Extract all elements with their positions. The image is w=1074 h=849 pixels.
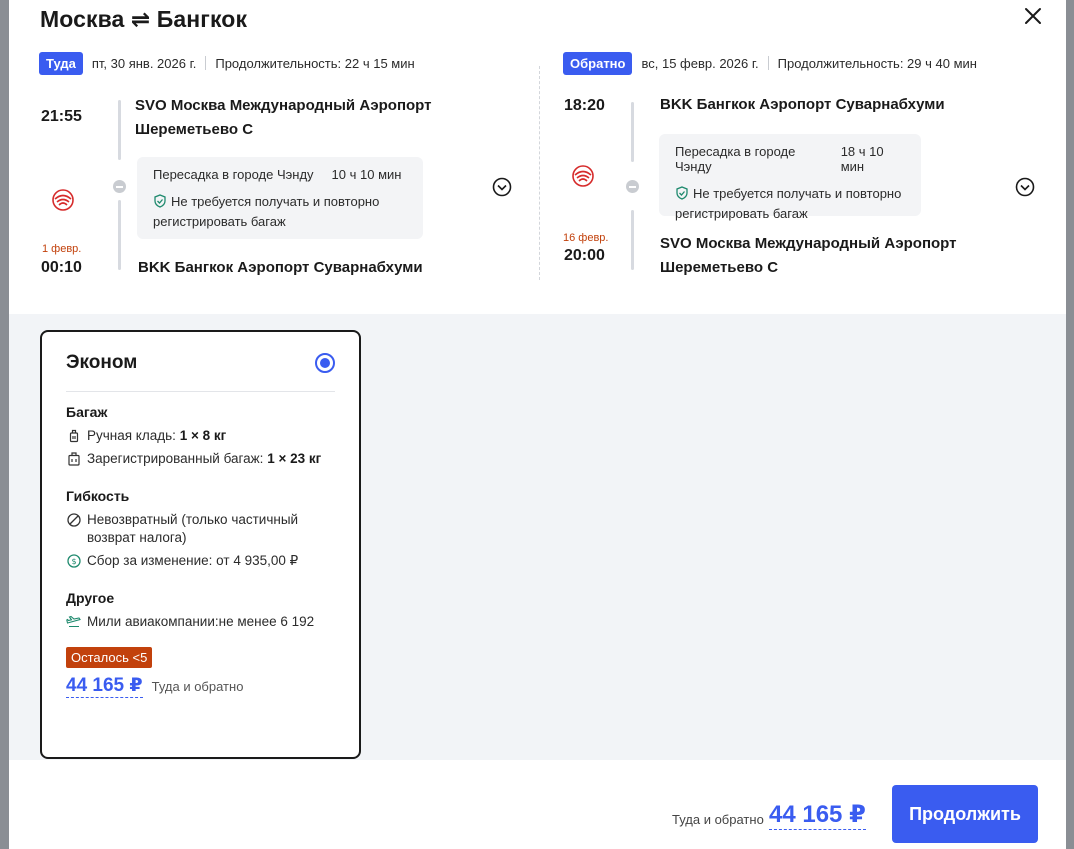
leg-divider bbox=[539, 66, 540, 280]
stop-dot bbox=[113, 180, 126, 193]
note-text: регистрировать багаж bbox=[153, 214, 286, 229]
continue-button[interactable]: Продолжить bbox=[892, 785, 1038, 843]
carry-on-value: 1 × 8 кг bbox=[179, 428, 227, 443]
fare-card-economy[interactable]: Эконом Багаж Ручная кладь: 1 × 8 кг Заре… bbox=[40, 330, 361, 759]
carry-on-label: Ручная кладь: bbox=[87, 428, 176, 443]
baggage-title: Багаж bbox=[66, 404, 108, 420]
shield-icon bbox=[676, 186, 688, 200]
note-text: регистрировать багаж bbox=[675, 206, 808, 221]
timeline-line bbox=[631, 102, 634, 162]
svg-text:$: $ bbox=[71, 557, 76, 566]
transfer-baggage-note: Не требуется получать и повторно регистр… bbox=[675, 184, 905, 224]
miles-text: Мили авиакомпании:не менее 6 192 bbox=[87, 614, 315, 629]
checked-bag-value: 1 × 23 кг bbox=[267, 451, 322, 466]
flight-details-modal: Москва ⇌ Бангкок Туда пт, 30 янв. 2026 г… bbox=[9, 0, 1066, 849]
close-icon[interactable] bbox=[1021, 4, 1045, 28]
timeline-line bbox=[631, 210, 634, 270]
plane-miles-icon bbox=[66, 615, 81, 628]
flexibility-title: Гибкость bbox=[66, 488, 130, 504]
header-separator bbox=[205, 56, 207, 70]
miles-row: Мили авиакомпании:не менее 6 192 bbox=[66, 613, 335, 631]
airline-logo-icon bbox=[572, 165, 594, 187]
airport-line: SVO Москва Международный Аэропорт bbox=[660, 235, 957, 252]
carry-on-bag-icon bbox=[69, 429, 79, 443]
other-title: Другое bbox=[66, 590, 115, 606]
timeline-line bbox=[118, 100, 121, 160]
seats-left-badge: Осталось <5 bbox=[66, 647, 153, 668]
transfer-duration: 10 ч 10 мин bbox=[331, 167, 402, 182]
return-expand-chevron-icon[interactable] bbox=[1014, 176, 1036, 198]
transfer-city: Пересадка в городе Чэнду bbox=[675, 144, 796, 174]
airport-line: Шереметьево C bbox=[660, 259, 779, 276]
return-depart-time: 18:20 bbox=[564, 97, 605, 114]
outbound-badge: Туда bbox=[39, 51, 83, 75]
card-divider bbox=[66, 391, 335, 392]
other-section: Другое Мили авиакомпании:не менее 6 192 bbox=[66, 590, 335, 631]
outbound-date: пт, 30 янв. 2026 г. bbox=[91, 55, 197, 71]
airline-logo-icon bbox=[52, 189, 74, 211]
fare-options-section: Эконом Багаж Ручная кладь: 1 × 8 кг Заре… bbox=[9, 314, 1066, 760]
return-transfer-info: Пересадка в городе Чэнду 18 ч 10 мин Не … bbox=[659, 134, 921, 221]
stop-dot bbox=[626, 180, 639, 193]
airport-line: Шереметьево C bbox=[135, 121, 254, 138]
footer-price-note: Туда и обратно bbox=[672, 812, 764, 827]
change-fee-text: Сбор за изменение: от 4 935,00 ₽ bbox=[87, 553, 299, 568]
shield-icon bbox=[154, 194, 166, 208]
flexibility-section: Гибкость Невозвратный (только частичный в… bbox=[66, 488, 335, 570]
return-date: вс, 15 февр. 2026 г. bbox=[641, 55, 759, 71]
return-duration: Продолжительность: 29 ч 40 мин bbox=[777, 55, 977, 71]
note-text: Не требуется получать и повторно bbox=[693, 186, 902, 201]
timeline-line bbox=[118, 200, 121, 270]
dollar-coin-icon: $ bbox=[67, 554, 81, 568]
baggage-section: Багаж Ручная кладь: 1 × 8 кг Зарегистрир… bbox=[66, 404, 335, 468]
checked-bag-icon bbox=[68, 452, 80, 466]
return-arrive-time: 20:00 bbox=[564, 247, 605, 264]
transfer-duration: 18 ч 10 мин bbox=[840, 144, 884, 174]
header-separator bbox=[767, 56, 769, 70]
transfer-baggage-note: Не требуется получать и повторно регистр… bbox=[153, 192, 407, 232]
fare-name: Эконом bbox=[66, 352, 138, 373]
outbound-header: Туда пт, 30 янв. 2026 г. Продолжительнос… bbox=[39, 50, 529, 76]
return-arrive-date-note: 16 февр. bbox=[563, 232, 609, 244]
transfer-city: Пересадка в городе Чэнду bbox=[153, 167, 314, 182]
note-text: Не требуется получать и повторно bbox=[171, 194, 380, 209]
footer-total-price[interactable]: 44 165 ₽ bbox=[769, 800, 866, 830]
outbound-leg: Туда пт, 30 янв. 2026 г. Продолжительнос… bbox=[39, 50, 529, 290]
outbound-arrive-airport: BKK Бангкок Аэропорт Суварнабхуми bbox=[138, 259, 423, 276]
refund-text: возврат налога) bbox=[87, 530, 187, 545]
outbound-transfer-info: Пересадка в городе Чэнду 10 ч 10 мин Не … bbox=[137, 157, 423, 239]
outbound-expand-chevron-icon[interactable] bbox=[491, 176, 513, 198]
outbound-duration: Продолжительность: 22 ч 15 мин bbox=[215, 55, 415, 71]
return-header: Обратно вс, 15 февр. 2026 г. Продолжител… bbox=[563, 50, 1053, 76]
carry-on-row: Ручная кладь: 1 × 8 кг bbox=[66, 427, 335, 445]
change-fee-row: $ Сбор за изменение: от 4 935,00 ₽ bbox=[66, 552, 335, 570]
modal-footer: Туда и обратно 44 165 ₽ Продолжить bbox=[9, 760, 1066, 849]
return-arrive-airport: SVO Москва Международный Аэропорт Шереме… bbox=[660, 232, 956, 280]
fare-radio-selected[interactable] bbox=[315, 353, 335, 373]
outbound-arrive-time: 00:10 bbox=[41, 259, 82, 276]
background-overlay-right bbox=[1066, 0, 1074, 849]
refund-text: Невозвратный (только частичный bbox=[87, 512, 299, 527]
return-badge: Обратно bbox=[563, 51, 633, 75]
background-overlay-left bbox=[0, 0, 9, 849]
outbound-depart-airport: SVO Москва Международный Аэропорт Шереме… bbox=[135, 94, 431, 142]
checked-bag-row: Зарегистрированный багаж: 1 × 23 кг bbox=[66, 450, 335, 468]
checked-bag-label: Зарегистрированный багаж: bbox=[87, 451, 264, 466]
return-depart-airport: BKK Бангкок Аэропорт Суварнабхуми bbox=[660, 96, 945, 113]
fare-price[interactable]: 44 165 ₽ bbox=[66, 674, 143, 698]
outbound-depart-time: 21:55 bbox=[41, 108, 82, 125]
airport-line: SVO Москва Международный Аэропорт bbox=[135, 97, 432, 114]
no-refund-icon bbox=[67, 513, 81, 527]
fare-price-row: 44 165 ₽ Туда и обратно bbox=[66, 674, 335, 698]
fare-price-note: Туда и обратно bbox=[151, 679, 244, 694]
refund-row: Невозвратный (только частичный возврат на… bbox=[66, 511, 335, 547]
modal-title: Москва ⇌ Бангкок bbox=[40, 6, 248, 32]
return-leg: Обратно вс, 15 февр. 2026 г. Продолжител… bbox=[563, 50, 1053, 290]
outbound-arrive-date-note: 1 февр. bbox=[42, 243, 82, 255]
